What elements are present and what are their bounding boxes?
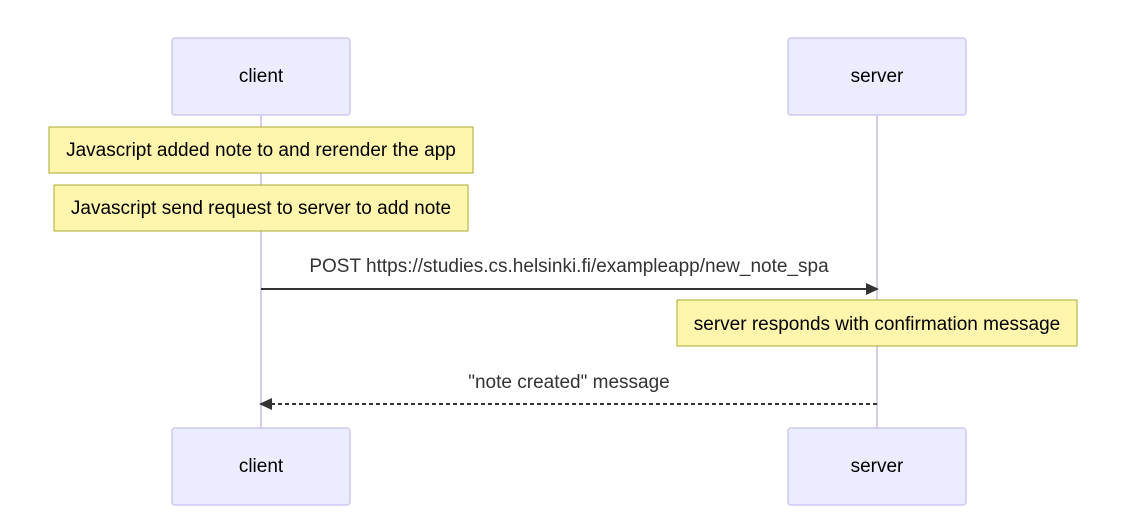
client-actor-top: client — [171, 37, 351, 116]
note-rerender-text: Javascript added note to and rerender th… — [66, 140, 456, 161]
note-rerender: Javascript added note to and rerender th… — [48, 126, 474, 174]
note-server-responds-text: server responds with confirmation messag… — [694, 314, 1060, 335]
server-actor-top: server — [787, 37, 967, 116]
client-actor-top-label: client — [239, 66, 284, 87]
note-send-request-text: Javascript send request to server to add… — [71, 198, 451, 219]
server-actor-bottom: server — [787, 427, 967, 506]
message-note-created: "note created" message — [259, 372, 877, 410]
message-post: POST https://studies.cs.helsinki.fi/exam… — [261, 256, 879, 295]
server-actor-bottom-label: server — [851, 456, 904, 477]
sequence-diagram: client server Javascript added note to a… — [48, 37, 1078, 506]
server-actor-top-label: server — [851, 66, 904, 87]
client-actor-bottom: client — [171, 427, 351, 506]
message-note-created-label: "note created" message — [468, 372, 670, 393]
note-server-responds: server responds with confirmation messag… — [676, 299, 1078, 347]
message-post-label: POST https://studies.cs.helsinki.fi/exam… — [309, 256, 829, 277]
client-actor-bottom-label: client — [239, 456, 284, 477]
note-send-request: Javascript send request to server to add… — [53, 184, 469, 232]
